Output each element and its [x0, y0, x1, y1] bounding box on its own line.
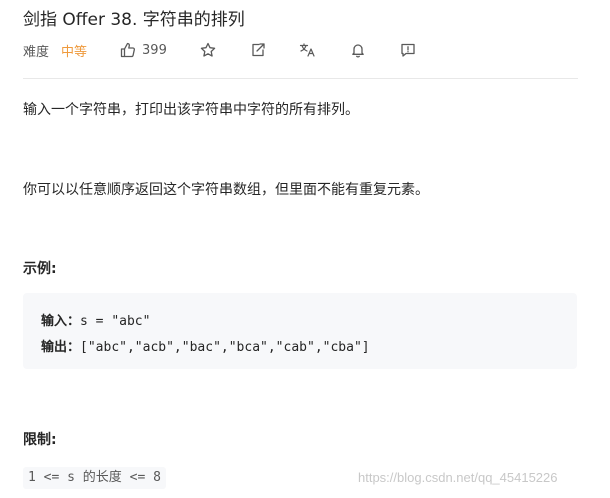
feedback-button[interactable] [399, 41, 417, 59]
input-value: s = "abc" [80, 314, 151, 329]
watermark-text: https://blog.csdn.net/qq_45415226 [358, 470, 558, 485]
share-icon [252, 43, 265, 57]
problem-meta-bar: 难度 中等 399 [23, 39, 417, 61]
star-icon [200, 42, 216, 57]
like-count: 399 [142, 42, 167, 58]
like-button[interactable]: 399 [120, 42, 167, 58]
description-paragraph-2: 你可以以任意顺序返回这个字符串数组，但里面不能有重复元素。 [23, 182, 429, 198]
example-output-line: 输出：["abc","acb","bac","bca","cab","cba"] [41, 336, 370, 355]
example-code-block: 输入：s = "abc" 输出：["abc","acb","bac","bca"… [23, 293, 577, 369]
difficulty-label: 难度 [23, 44, 50, 60]
notify-button[interactable] [349, 41, 367, 59]
constraints-heading: 限制: [23, 432, 57, 448]
example-input-line: 输入：s = "abc" [41, 310, 150, 329]
translate-button[interactable] [299, 41, 317, 59]
output-value: ["abc","acb","bac","bca","cab","cba"] [80, 340, 370, 355]
example-heading: 示例: [23, 261, 57, 277]
header-divider [23, 78, 578, 79]
share-button[interactable] [249, 41, 267, 59]
input-label: 输入： [41, 314, 81, 329]
translate-icon [300, 43, 315, 57]
difficulty-badge: 中等 [61, 44, 88, 60]
feedback-icon [401, 43, 415, 57]
bell-icon [352, 44, 364, 58]
output-label: 输出： [41, 340, 81, 355]
constraint-item: 1 <= s 的长度 <= 8 [23, 467, 166, 489]
problem-title: 剑指 Offer 38. 字符串的排列 [23, 10, 245, 30]
thumbs-up-icon [120, 42, 136, 58]
description-paragraph-1: 输入一个字符串，打印出该字符串中字符的所有排列。 [23, 102, 359, 118]
favorite-button[interactable] [199, 41, 217, 59]
